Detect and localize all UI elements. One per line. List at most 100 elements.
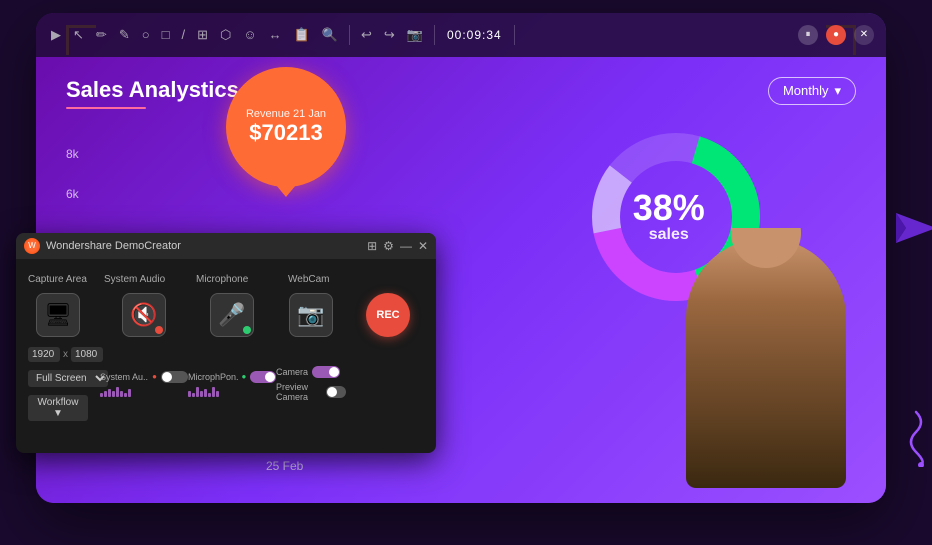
audio-off-dot: ● (152, 372, 157, 381)
preview-camera-toggle[interactable] (326, 386, 346, 398)
panel-minimize-icon[interactable]: — (400, 239, 412, 253)
microphone-toggle[interactable] (250, 371, 276, 383)
panel-body: Capture Area System Audio Microphone Web… (16, 259, 436, 431)
mic-name: MicrophPon... (188, 372, 238, 382)
height-input[interactable] (71, 347, 103, 362)
system-audio-section: 🔇 (100, 293, 188, 337)
mic-levels (188, 387, 276, 397)
webcam-label-header: WebCam (288, 269, 358, 287)
microphone-icon[interactable]: 🎤 (210, 293, 254, 337)
screen-mode-select[interactable]: Full Screen (28, 370, 108, 387)
preview-camera-label: Preview Camera (276, 382, 322, 402)
window-controls: ⏸ ● ✕ (798, 25, 874, 45)
chart-date: 25 Feb (266, 459, 303, 473)
icons-row: 🖥 🔇 🎤 (28, 293, 424, 337)
cursor-icon[interactable]: ↖ (70, 24, 87, 46)
preview-knob (327, 387, 337, 397)
chevron-down-icon: ▾ (834, 83, 841, 99)
capture-area-label: Capture Area (28, 269, 96, 287)
stamp-icon[interactable]: ⬡ (217, 24, 234, 46)
resolution-row: x (28, 347, 88, 362)
close-button[interactable]: ✕ (854, 25, 874, 45)
camera-toggle-knob (329, 367, 339, 377)
system-audio-row: System Au... ● (100, 371, 188, 383)
settings-row: x Full Screen Workflow ▼ System Au... ● (28, 347, 424, 421)
workflow-button[interactable]: Workflow ▼ (28, 395, 88, 421)
clipboard-icon[interactable]: 📋 (291, 24, 313, 46)
undo-icon[interactable]: ↩ (358, 24, 375, 46)
system-audio-toggle[interactable] (161, 371, 188, 383)
pencil-icon[interactable]: ✎ (116, 24, 133, 46)
camera-label: Camera (276, 367, 308, 377)
pen-icon[interactable]: ✏ (93, 24, 110, 46)
separator-2 (434, 25, 435, 45)
grid-icon[interactable]: ⊞ (194, 24, 211, 46)
webcam-controls: Camera Preview Camera (276, 366, 346, 402)
redo-icon[interactable]: ↪ (381, 24, 398, 46)
audio-levels (100, 387, 188, 397)
line-icon[interactable]: / (178, 24, 188, 45)
panel-title: Wondershare DemoCreator (46, 240, 181, 252)
circle-icon[interactable]: ○ (139, 24, 153, 45)
panel-titlebar: W Wondershare DemoCreator ⊞ ⚙ — ✕ (16, 233, 436, 259)
revenue-tooltip: Revenue 21 Jan $70213 (226, 67, 346, 187)
toggle-knob (162, 372, 172, 382)
arrow-icon[interactable]: ↔ (266, 24, 285, 45)
app-logo: W (24, 238, 40, 254)
revenue-date: Revenue 21 Jan (246, 108, 326, 120)
resolution-section: x Full Screen Workflow ▼ (28, 347, 88, 421)
play-icon[interactable]: ▶ (48, 24, 64, 46)
outer-wrapper: ▶ ↖ ✏ ✎ ○ □ / ⊞ ⬡ ☺ ↔ 📋 🔍 ↩ ↪ 📷 00:09:34… (16, 13, 916, 533)
zoom-icon[interactable]: 🔍 (319, 24, 341, 46)
preview-camera-row: Preview Camera (276, 382, 346, 402)
audio-mute-indicator (155, 326, 163, 334)
microphone-label-header: Microphone (196, 269, 284, 287)
camera-row: Camera (276, 366, 346, 378)
right-area: Monthly ▾ 38% (536, 77, 856, 483)
paper-airplane-decoration (896, 213, 932, 253)
section-labels-row: Capture Area System Audio Microphone Web… (28, 269, 424, 287)
separator-1 (349, 25, 350, 45)
webcam-icon[interactable]: 📷 (289, 293, 333, 337)
capture-area-section: 🖥 (28, 293, 88, 337)
pause-button[interactable]: ⏸ (798, 25, 818, 45)
panel-grid-icon[interactable]: ⊞ (367, 239, 377, 253)
mic-active-indicator (243, 326, 251, 334)
revenue-amount: $70213 (249, 120, 322, 146)
system-audio-controls: System Au... ● (100, 371, 188, 397)
rect-icon[interactable]: □ (159, 24, 173, 45)
webcam-section: 📷 (276, 293, 346, 337)
monthly-label: Monthly (783, 83, 829, 98)
emoji-icon[interactable]: ☺ (240, 24, 259, 45)
system-audio-name: System Au... (100, 372, 148, 382)
timer-display: 00:09:34 (447, 28, 502, 42)
width-input[interactable] (28, 347, 60, 362)
toolbar: ▶ ↖ ✏ ✎ ○ □ / ⊞ ⬡ ☺ ↔ 📋 🔍 ↩ ↪ 📷 00:09:34… (36, 13, 886, 57)
person-image (671, 228, 861, 488)
camera-icon[interactable]: 📷 (404, 24, 426, 46)
microphone-row: MicrophPon... ● (188, 371, 276, 383)
monthly-dropdown[interactable]: Monthly ▾ (768, 77, 856, 105)
panel-close-icon[interactable]: ✕ (418, 239, 428, 253)
record-indicator: ● (826, 25, 846, 45)
resolution-separator: x (63, 349, 68, 360)
microphone-controls: MicrophPon... ● (188, 371, 276, 397)
panel-window-controls: ⊞ ⚙ — ✕ (367, 239, 428, 253)
rec-button[interactable]: REC (366, 293, 410, 337)
sales-underline (66, 107, 146, 109)
microphone-section: 🎤 (188, 293, 276, 337)
screen-capture-icon[interactable]: 🖥 (36, 293, 80, 337)
panel-settings-icon[interactable]: ⚙ (383, 239, 394, 253)
chart-label-6k: 6k (66, 187, 79, 201)
system-audio-icon[interactable]: 🔇 (122, 293, 166, 337)
democreator-panel: W Wondershare DemoCreator ⊞ ⚙ — ✕ Captur… (16, 233, 436, 453)
camera-toggle[interactable] (312, 366, 340, 378)
person-silhouette (686, 238, 846, 488)
separator-3 (514, 25, 515, 45)
donut-percent: 38% (633, 190, 705, 226)
toggle-knob-on (265, 372, 275, 382)
system-audio-label: System Audio (104, 269, 192, 287)
mic-on-dot: ● (242, 372, 247, 381)
person-head (731, 228, 801, 268)
chart-label-8k: 8k (66, 147, 79, 161)
